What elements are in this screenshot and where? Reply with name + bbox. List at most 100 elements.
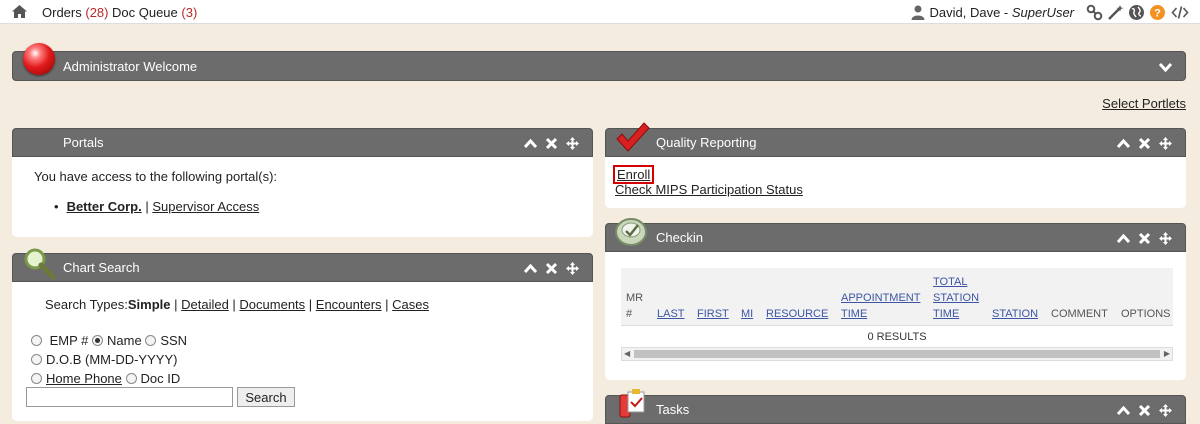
chevron-up-icon[interactable] (1116, 231, 1131, 246)
col-mr: MR # (626, 292, 644, 320)
magic-wand-icon[interactable] (1107, 4, 1124, 21)
close-icon[interactable] (1137, 403, 1152, 418)
help-icon[interactable]: ? (1149, 4, 1166, 21)
search-button[interactable]: Search (237, 387, 295, 407)
col-appointment-time[interactable]: APPOINTMENT TIME (841, 290, 920, 322)
scrollbar-thumb[interactable] (634, 350, 1160, 358)
close-icon[interactable] (544, 261, 559, 276)
checkin-table-header: MR # LAST FIRST MI RESOURCE APPOINTMENT TI… (621, 268, 1173, 325)
col-mi[interactable]: MI (741, 306, 753, 322)
quality-body: Enroll Check MIPS Participation Status (605, 158, 1186, 208)
search-types: Search Types:Simple | Detailed | Documen… (45, 297, 430, 312)
doc-queue-label: Doc Queue (112, 5, 178, 20)
radio-phone-label[interactable]: Home Phone (46, 371, 122, 386)
supervisor-access-link[interactable]: Supervisor Access (152, 199, 259, 214)
home-icon[interactable] (11, 4, 28, 19)
enroll-link[interactable]: Enroll (612, 165, 655, 184)
tasks-header: Tasks (605, 389, 1186, 424)
search-types-label: Search Types: (45, 297, 128, 312)
user-name-link[interactable]: David, Dave - SuperUser (929, 5, 1074, 20)
orders-link[interactable]: Orders (28) (42, 5, 108, 20)
doc-queue-count: (3) (181, 5, 198, 20)
chevron-down-icon[interactable] (1158, 61, 1173, 73)
svg-text:?: ? (1154, 7, 1161, 19)
radio-ssn-label: SSN (160, 333, 188, 348)
search-type-cases[interactable]: Cases (392, 297, 429, 312)
search-type-documents[interactable]: Documents (239, 297, 305, 312)
radio-docid-label: Doc ID (140, 371, 181, 386)
checkin-table: MR # LAST FIRST MI RESOURCE APPOINTMENT TI… (621, 268, 1173, 361)
welcome-bar: Administrator Welcome (12, 43, 1186, 81)
radio-row-2: D.O.B (MM-DD-YYYY) (31, 352, 177, 367)
code-icon[interactable] (1170, 4, 1190, 21)
search-type-encounters[interactable]: Encounters (316, 297, 382, 312)
move-icon[interactable] (1158, 231, 1173, 246)
close-icon[interactable] (1137, 231, 1152, 246)
radio-dob[interactable] (31, 354, 42, 365)
col-total-station-time[interactable]: TOTAL STATION TIME (933, 274, 979, 322)
radio-ssn[interactable] (145, 335, 157, 346)
radio-phone[interactable] (31, 373, 42, 384)
checkin-header: Checkin (605, 218, 1186, 252)
horizontal-scrollbar[interactable]: ◀ ▶ (621, 347, 1173, 361)
chevron-up-icon[interactable] (523, 261, 538, 276)
radio-docid[interactable] (125, 373, 137, 384)
portal-name-link[interactable]: Better Corp. (67, 199, 142, 214)
checkin-body: MR # LAST FIRST MI RESOURCE APPOINTMENT TI… (605, 253, 1186, 380)
portals-title: Portals (63, 135, 104, 150)
globe-icon[interactable] (1128, 4, 1145, 21)
tasks-icon (619, 389, 645, 418)
checkmark-icon (616, 122, 650, 152)
tasks-title: Tasks (656, 402, 690, 417)
col-comment: COMMENT (1051, 308, 1108, 320)
user-icon (911, 5, 925, 20)
search-type-detailed[interactable]: Detailed (181, 297, 229, 312)
close-icon[interactable] (544, 136, 559, 151)
checkin-portlet: Checkin MR # LAST FIRST MI RESOURCE APPOI… (605, 218, 1186, 380)
chevron-up-icon[interactable] (523, 136, 538, 151)
checkin-icon (615, 218, 647, 246)
welcome-ball-icon (23, 43, 55, 75)
move-icon[interactable] (565, 261, 580, 276)
user-role: SuperUser (1011, 4, 1074, 20)
radio-emp[interactable] (31, 335, 42, 346)
chart-search-title: Chart Search (63, 260, 140, 275)
doc-queue-link[interactable]: Doc Queue (3) (112, 5, 197, 20)
top-bar: Orders (28) Doc Queue (3) David, Dave - … (0, 0, 1200, 24)
col-first[interactable]: FIRST (697, 306, 729, 322)
scroll-left-icon[interactable]: ◀ (624, 348, 630, 360)
col-resource[interactable]: RESOURCE (766, 306, 828, 322)
scroll-right-icon[interactable]: ▶ (1164, 348, 1170, 360)
link-icon[interactable] (1086, 4, 1103, 21)
chevron-up-icon[interactable] (1116, 403, 1131, 418)
chart-search-body: Search Types:Simple | Detailed | Documen… (12, 283, 593, 421)
user-name: David, Dave - (929, 4, 1012, 20)
search-type-simple: Simple (127, 297, 171, 312)
move-icon[interactable] (1158, 403, 1173, 418)
welcome-title: Administrator Welcome (63, 59, 198, 74)
mips-status-link[interactable]: Check MIPS Participation Status (615, 182, 803, 197)
orders-count: (28) (85, 5, 109, 20)
move-icon[interactable] (1158, 136, 1173, 151)
select-portlets-link[interactable]: Select Portlets (1102, 96, 1186, 111)
portals-body: You have access to the following portal(… (12, 158, 593, 237)
chart-search-portlet: Chart Search Search Types:Simple | Detai… (12, 248, 593, 421)
col-last[interactable]: LAST (657, 306, 685, 322)
close-icon[interactable] (1137, 136, 1152, 151)
search-input[interactable] (26, 387, 233, 407)
user-area: David, Dave - SuperUser ? (911, 3, 1190, 21)
checkin-results: 0 RESULTS (621, 325, 1173, 347)
radio-name[interactable] (92, 335, 104, 346)
quality-title: Quality Reporting (656, 135, 757, 150)
portals-header: Portals (12, 128, 593, 157)
col-station[interactable]: STATION (992, 306, 1038, 322)
magnifier-icon (24, 248, 56, 280)
move-icon[interactable] (565, 136, 580, 151)
chevron-up-icon[interactable] (1116, 136, 1131, 151)
radio-dob-label: D.O.B (MM-DD-YYYY) (46, 352, 178, 367)
radio-row-1: EMP # Name SSN (31, 333, 187, 348)
tasks-portlet: Tasks (605, 389, 1186, 424)
portals-intro: You have access to the following portal(… (34, 169, 278, 184)
portal-item: Better Corp. | Supervisor Access (54, 199, 260, 214)
col-options: OPTIONS (1121, 308, 1171, 320)
